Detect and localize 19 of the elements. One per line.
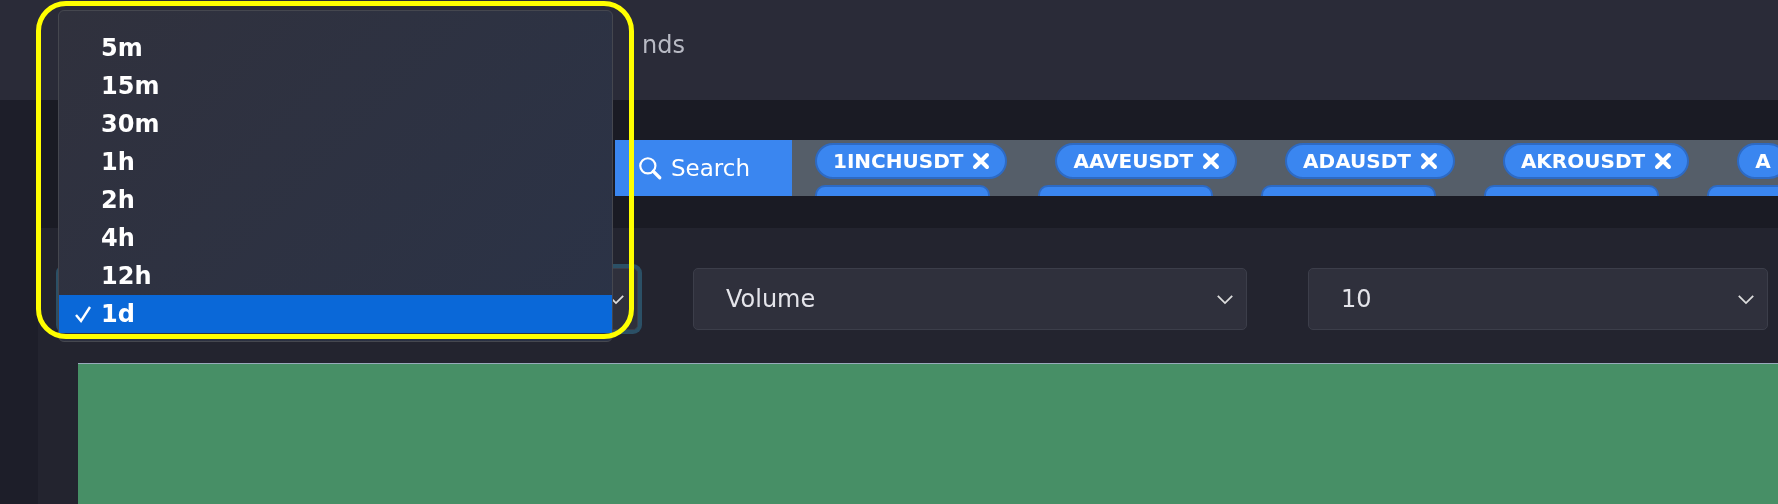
select-field[interactable]: 10 xyxy=(1308,268,1768,330)
menu-item[interactable]: 30m xyxy=(59,105,612,143)
search-button[interactable]: Search xyxy=(615,140,792,196)
menu-item[interactable]: 4h xyxy=(59,219,612,257)
menu-item[interactable]: 1h xyxy=(59,143,612,181)
tag-chip[interactable]: AKROUSDT xyxy=(1502,143,1690,179)
tag-chip[interactable]: 1INCHUSDT xyxy=(815,143,1008,179)
menu-item[interactable]: 15m xyxy=(59,67,612,105)
menu-item[interactable]: 1d xyxy=(59,295,612,333)
nav-link[interactable]: nds xyxy=(642,31,685,59)
tag-chip[interactable]: ADAUSDT xyxy=(1285,143,1455,179)
tag-chip[interactable]: A xyxy=(1737,143,1778,179)
select-field[interactable]: Volume xyxy=(693,268,1247,330)
menu-item[interactable]: 5m xyxy=(59,29,612,67)
select-value: 10 xyxy=(1341,285,1372,313)
menu-item[interactable]: 2h xyxy=(59,181,612,219)
tag-chip[interactable]: AAVEUSDT xyxy=(1055,143,1238,179)
menu-item[interactable]: 12h xyxy=(59,257,612,295)
select-value: Volume xyxy=(726,285,816,313)
